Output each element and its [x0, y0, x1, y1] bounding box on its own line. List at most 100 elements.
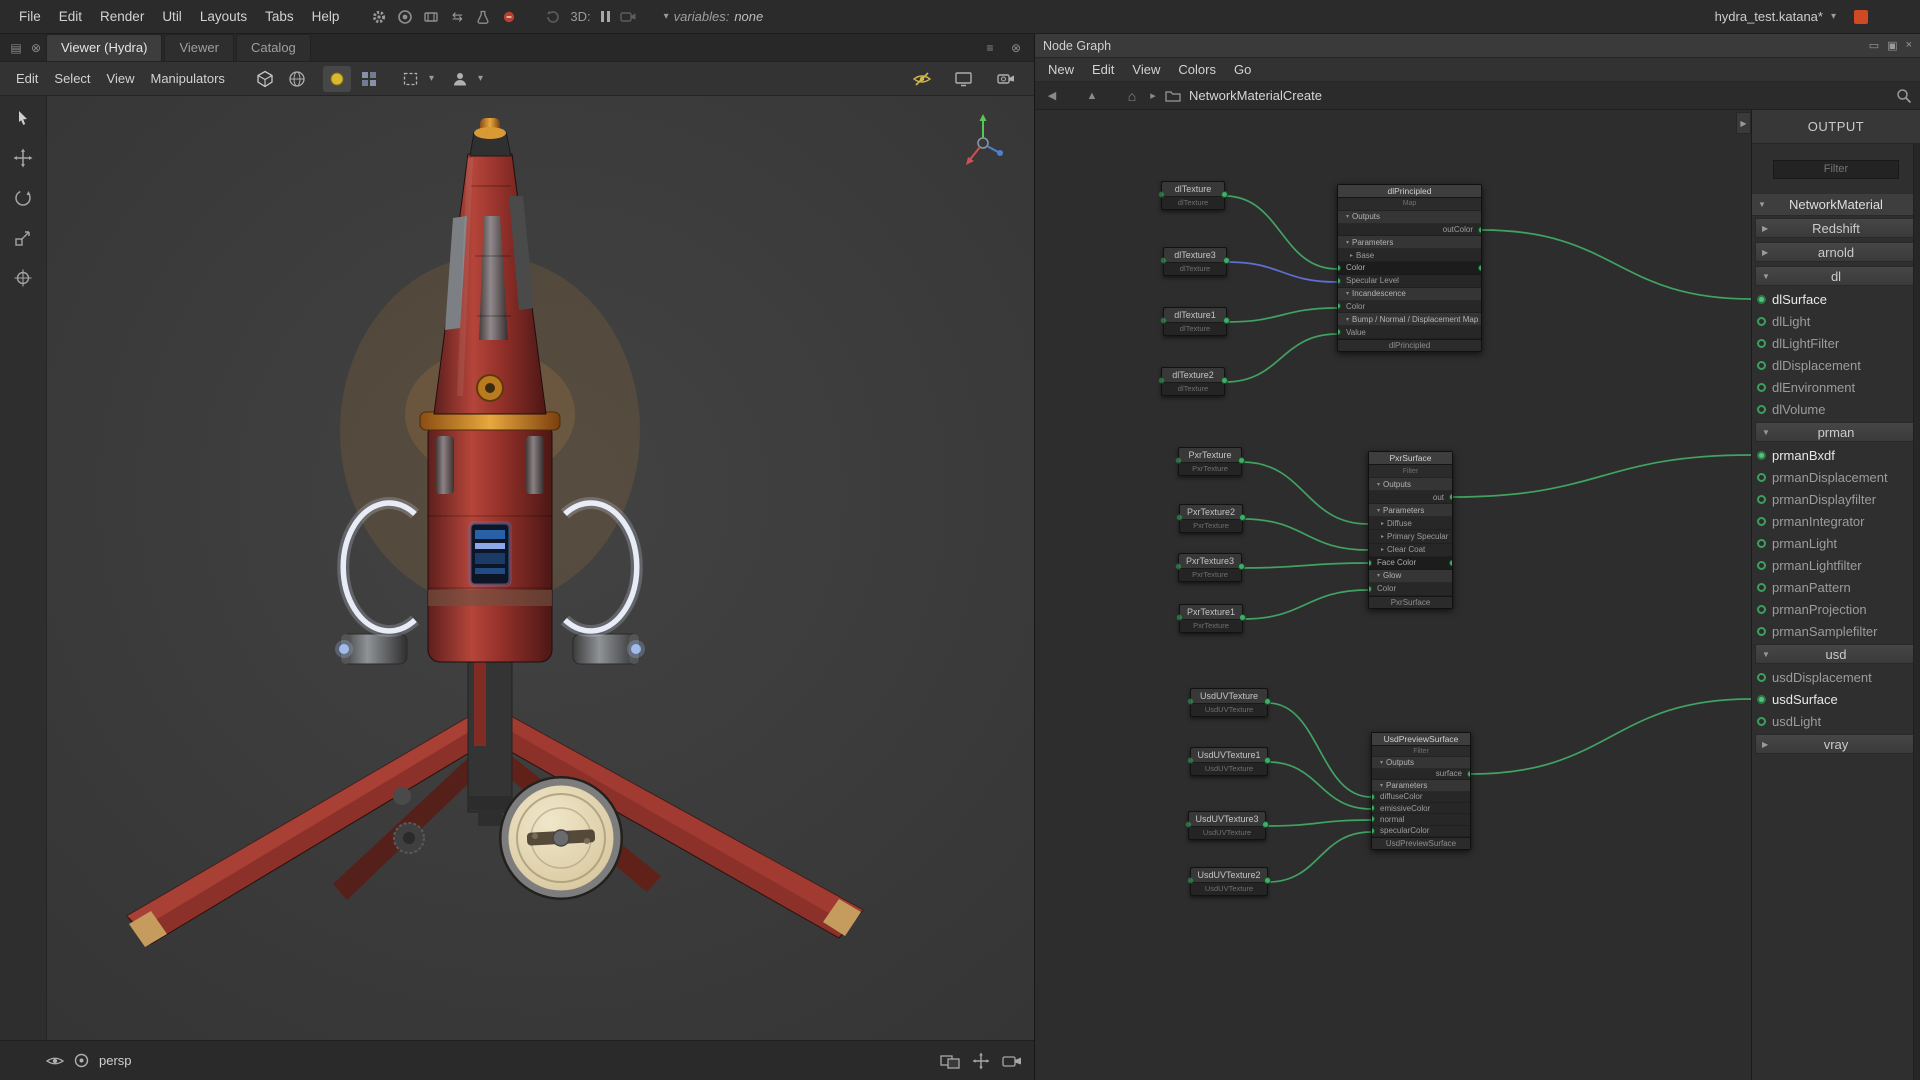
- close-pane-icon[interactable]: ×: [1906, 39, 1912, 52]
- gear-icon[interactable]: [366, 5, 392, 29]
- output-port-dot[interactable]: [1757, 295, 1766, 304]
- node-row-diffusecolor[interactable]: diffuseColor: [1372, 792, 1470, 803]
- snapshot-icon[interactable]: [540, 5, 566, 29]
- node-row-normal[interactable]: normal: [1372, 814, 1470, 825]
- output-item-prmanbxdf[interactable]: prmanBxdf: [1752, 444, 1920, 466]
- tab-viewer-hydra[interactable]: Viewer (Hydra): [46, 34, 162, 61]
- output-item-prmanprojection[interactable]: prmanProjection: [1752, 598, 1920, 620]
- nodegraph-menu-view[interactable]: View: [1123, 60, 1169, 79]
- float-pane-icon[interactable]: ▭: [1869, 39, 1879, 52]
- camera-icon[interactable]: [616, 5, 642, 29]
- port-dot[interactable]: [1478, 226, 1481, 233]
- node-row-incandescence[interactable]: Incandescence: [1338, 288, 1481, 301]
- node-row-color[interactable]: Color: [1338, 301, 1481, 314]
- port-dot[interactable]: [1369, 585, 1372, 592]
- error-icon[interactable]: [496, 5, 522, 29]
- node-row-diffuse[interactable]: Diffuse: [1369, 517, 1452, 530]
- output-port-dot[interactable]: [1757, 317, 1766, 326]
- nodegraph-menu-new[interactable]: New: [1039, 60, 1083, 79]
- node-usduvtexture1[interactable]: UsdUVTexture1UsdUVTexture: [1190, 747, 1268, 776]
- viewer-menu-view[interactable]: View: [99, 67, 143, 90]
- node-usduvtexture2[interactable]: UsdUVTexture2UsdUVTexture: [1190, 867, 1268, 896]
- output-port-dot[interactable]: [1757, 361, 1766, 370]
- aperture-icon[interactable]: [74, 1053, 89, 1068]
- up-level-icon[interactable]: ▲: [1083, 90, 1101, 102]
- output-group-bar[interactable]: ▼dl: [1755, 266, 1917, 286]
- tree-toggle-icon[interactable]: ▼: [1758, 200, 1766, 209]
- node-row-out[interactable]: out: [1369, 491, 1452, 504]
- node-row-bump-normal-displacement-map[interactable]: Bump / Normal / Displacement Map: [1338, 313, 1481, 326]
- tree-toggle-icon[interactable]: ▼: [1762, 428, 1770, 437]
- output-port-dot[interactable]: [1757, 673, 1766, 682]
- node-dltexture2[interactable]: dlTexture2dlTexture: [1161, 367, 1225, 396]
- output-item-prmanlightfilter[interactable]: prmanLightfilter: [1752, 554, 1920, 576]
- port-dot[interactable]: [1338, 277, 1341, 284]
- port-dot[interactable]: [1223, 317, 1230, 324]
- port-dot[interactable]: [1158, 191, 1165, 198]
- flask-icon[interactable]: [470, 5, 496, 29]
- port-dot[interactable]: [1176, 514, 1183, 521]
- tree-toggle-icon[interactable]: ▶: [1762, 248, 1768, 257]
- pivot-tool-icon[interactable]: [11, 268, 35, 288]
- output-item-dlenvironment[interactable]: dlEnvironment: [1752, 376, 1920, 398]
- pause-icon[interactable]: [595, 11, 616, 22]
- output-port-dot[interactable]: [1757, 383, 1766, 392]
- hide-eye-slash-icon[interactable]: [908, 66, 936, 92]
- output-item-prmandisplayfilter[interactable]: prmanDisplayfilter: [1752, 488, 1920, 510]
- port-dot[interactable]: [1239, 614, 1246, 621]
- output-group-dl[interactable]: ▼dl: [1752, 264, 1920, 288]
- output-group-bar[interactable]: ▶vray: [1755, 734, 1917, 754]
- node-row-parameters[interactable]: Parameters: [1338, 236, 1481, 249]
- output-group-vray[interactable]: ▶vray: [1752, 732, 1920, 756]
- node-row-specularcolor[interactable]: specularColor: [1372, 826, 1470, 837]
- output-group-bar[interactable]: ▶Redshift: [1755, 218, 1917, 238]
- node-row-color[interactable]: Color: [1369, 583, 1452, 596]
- port-dot[interactable]: [1238, 563, 1245, 570]
- home-icon[interactable]: ⌂: [1123, 88, 1141, 104]
- tree-toggle-icon[interactable]: ▶: [1762, 740, 1768, 749]
- compare-views-icon[interactable]: [940, 1053, 960, 1069]
- output-port-dot[interactable]: [1757, 627, 1766, 636]
- node-dlprincipled[interactable]: dlPrincipledMapOutputsoutColorParameters…: [1337, 184, 1482, 352]
- output-item-prmanpattern[interactable]: prmanPattern: [1752, 576, 1920, 598]
- render-camera-icon[interactable]: [992, 66, 1020, 92]
- node-row-emissivecolor[interactable]: emissiveColor: [1372, 803, 1470, 814]
- tree-toggle-icon[interactable]: ▼: [1762, 650, 1770, 659]
- node-pxrtexture1[interactable]: PxrTexture1PxrTexture: [1179, 604, 1243, 633]
- search-icon[interactable]: [1896, 88, 1912, 104]
- monitor-icon[interactable]: [950, 66, 978, 92]
- port-dot[interactable]: [1223, 257, 1230, 264]
- output-item-usdlight[interactable]: usdLight: [1752, 710, 1920, 732]
- filename-caret-icon[interactable]: ▾: [1831, 11, 1836, 22]
- output-item-usddisplacement[interactable]: usdDisplacement: [1752, 666, 1920, 688]
- pane-close-icon[interactable]: ⊗: [26, 38, 46, 58]
- node-pxrtexture2[interactable]: PxrTexture2PxrTexture: [1179, 504, 1243, 533]
- menu-help[interactable]: Help: [303, 5, 349, 28]
- camera-name-label[interactable]: persp: [99, 1053, 132, 1068]
- port-dot[interactable]: [1221, 191, 1228, 198]
- output-group-bar[interactable]: ▼prman: [1755, 422, 1917, 442]
- port-dot[interactable]: [1262, 821, 1269, 828]
- sync-icon[interactable]: ⇆: [444, 5, 470, 29]
- maximize-pane-icon[interactable]: ▣: [1887, 39, 1897, 52]
- output-port-dot[interactable]: [1757, 517, 1766, 526]
- node-row-glow[interactable]: Glow: [1369, 570, 1452, 583]
- output-item-prmansamplefilter[interactable]: prmanSamplefilter: [1752, 620, 1920, 642]
- port-dot[interactable]: [1372, 805, 1375, 812]
- port-dot[interactable]: [1185, 821, 1192, 828]
- marquee-select-icon[interactable]: [397, 66, 425, 92]
- project-filename[interactable]: hydra_test.katana*: [1715, 9, 1823, 24]
- output-group-bar[interactable]: ▶arnold: [1755, 242, 1917, 262]
- output-item-prmandisplacement[interactable]: prmanDisplacement: [1752, 466, 1920, 488]
- node-row-outputs[interactable]: Outputs: [1372, 757, 1470, 768]
- pane-options-icon[interactable]: ≡: [980, 38, 1000, 58]
- output-port-dot[interactable]: [1757, 539, 1766, 548]
- port-dot[interactable]: [1372, 827, 1375, 834]
- pointer-tool-icon[interactable]: [11, 108, 35, 128]
- output-port-dot[interactable]: [1757, 451, 1766, 460]
- port-dot[interactable]: [1187, 877, 1194, 884]
- pane-detach-icon[interactable]: ⊗: [1006, 38, 1026, 58]
- port-dot[interactable]: [1372, 816, 1375, 823]
- output-port-dot[interactable]: [1757, 695, 1766, 704]
- shading-cube-icon[interactable]: [251, 66, 279, 92]
